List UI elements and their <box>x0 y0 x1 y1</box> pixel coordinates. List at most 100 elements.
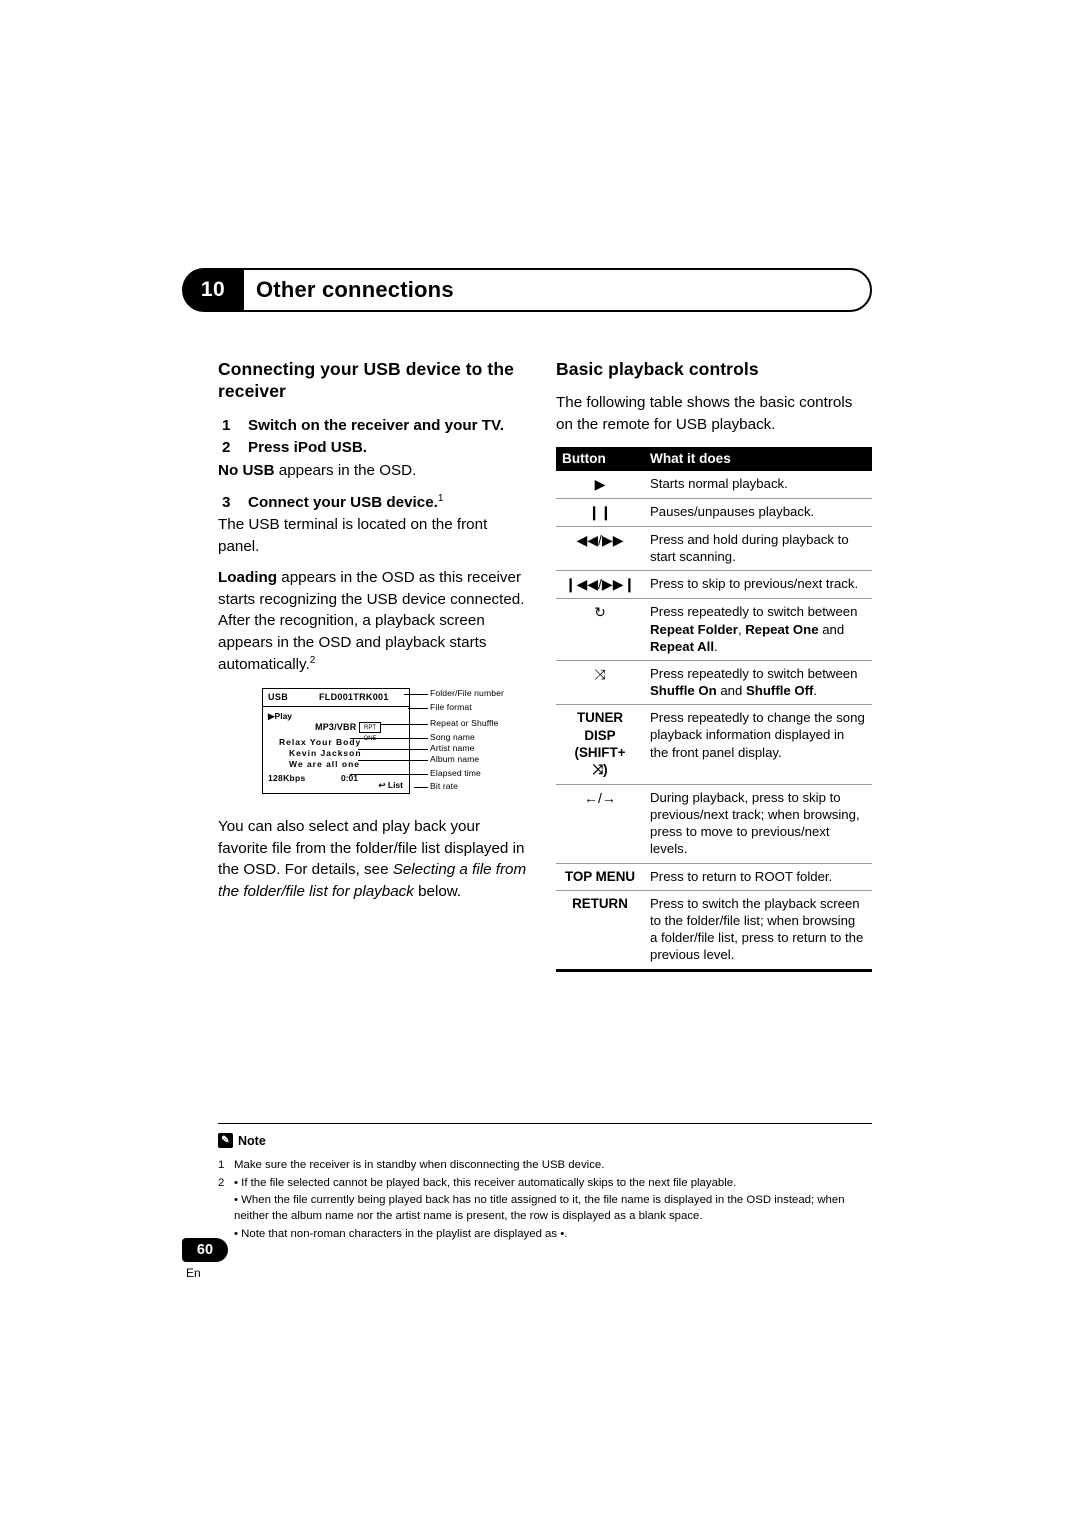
osd-list-label: List <box>387 780 403 791</box>
osd-artist-name: Kevin Jackson <box>289 748 362 759</box>
callout-album-name: Album name <box>430 754 480 765</box>
step-1-title: Switch on the receiver and your TV. <box>248 416 505 434</box>
osd-folder-file: FLD001TRK001 <box>319 692 389 703</box>
leader-line-1 <box>404 694 428 696</box>
desc-repeat-mid2: and <box>818 621 845 637</box>
language-code: En <box>186 1266 201 1280</box>
callout-elapsed-time: Elapsed time <box>430 768 481 779</box>
osd-play-text: Play <box>274 711 293 722</box>
desc-tuner-disp: Press repeatedly to change the song play… <box>644 704 872 785</box>
desc-play: Starts normal playback. <box>644 470 872 499</box>
desc-skip-track: Press to skip to previous/next track. <box>644 570 872 600</box>
button-return: RETURN <box>556 890 644 972</box>
note-item-text: Make sure the receiver is in standby whe… <box>234 1159 605 1171</box>
repeat-icon: ↻ <box>556 598 644 661</box>
osd-figure: USB FLD001TRK001 ▶Play MP3/VBR RPT ONE R… <box>218 686 530 802</box>
table-row: ❙◀◀/▶▶❙ Press to skip to previous/next t… <box>556 570 872 600</box>
button-top-menu: TOP MENU <box>556 863 644 891</box>
shuffle-icon: ⤨ <box>556 660 644 706</box>
leader-line-6 <box>358 760 428 762</box>
callout-artist-name: Artist name <box>430 743 475 754</box>
leader-line-2 <box>408 708 428 710</box>
desc-shuffle-mid1: and <box>716 683 747 699</box>
table-row: ↻ Press repeatedly to switch between Rep… <box>556 598 872 661</box>
desc-scan: Press and hold during playback to start … <box>644 526 872 572</box>
chapter-title: Other connections <box>256 277 454 302</box>
osd-song-name: Relax Your Body <box>279 737 362 748</box>
step-3: 3 Connect your USB device.1 <box>218 492 530 514</box>
table-row: ◀◀/▶▶ Press and hold during playback to … <box>556 526 872 572</box>
desc-top-menu: Press to return to ROOT folder. <box>644 863 872 891</box>
step-2: 2 Press iPod USB. <box>218 437 530 459</box>
note-item: 1 Make sure the receiver is in standby w… <box>218 1158 878 1174</box>
usb-steps-list: 1 Switch on the receiver and your TV. 2 … <box>218 415 530 459</box>
desc-shuffle-post: . <box>813 683 818 699</box>
desc-repeat-pre: Press repeatedly to switch between <box>650 604 858 620</box>
loading-paragraph: Loading appears in the OSD as this recei… <box>218 567 530 675</box>
note-item-number: 2 <box>218 1176 225 1189</box>
table-row: ▶ Starts normal playback. <box>556 470 872 499</box>
desc-repeat: Press repeatedly to switch between Repea… <box>644 598 872 661</box>
button-pause: ❙❙ <box>556 498 644 527</box>
table-header-button: Button <box>556 446 644 471</box>
chapter-header: 10 Other connections <box>182 268 872 312</box>
note-divider <box>218 1123 872 1124</box>
leader-line-8 <box>414 787 428 789</box>
loading-footnote-ref: 2 <box>309 654 316 666</box>
step-2-note-bold: No USB <box>218 461 275 479</box>
desc-pause: Pauses/unpauses playback. <box>644 498 872 527</box>
leader-line-3 <box>380 724 428 726</box>
note-item: • Note that non-roman characters in the … <box>218 1227 878 1243</box>
table-row: ⤨ Press repeatedly to switch between Shu… <box>556 660 872 706</box>
table-row: ←/→ During playback, press to skip to pr… <box>556 784 872 864</box>
step-1: 1 Switch on the receiver and your TV. <box>218 415 530 437</box>
table-header-row: Button What it does <box>556 446 872 471</box>
desc-repeat-post: . <box>714 638 718 654</box>
loading-paragraph-bold: Loading <box>218 569 278 587</box>
step-3-number: 3 <box>222 493 231 511</box>
callout-song-name: Song name <box>430 732 475 743</box>
table-row: TOP MENU Press to return to ROOT folder. <box>556 863 872 891</box>
desc-repeat-all: Repeat All <box>650 638 714 654</box>
left-column: Connecting your USB device to the receiv… <box>218 358 530 914</box>
folder-list-paragraph: You can also select and play back your f… <box>218 816 530 902</box>
desc-shuffle-pre: Press repeatedly to switch between <box>650 665 858 681</box>
note-item: • When the file currently being played b… <box>218 1193 878 1224</box>
button-tuner-disp: TUNER DISP (SHIFT+ ⤨) <box>556 704 644 785</box>
section-title-playback: Basic playback controls <box>556 359 759 379</box>
section-title-usb: Connecting your USB device to the receiv… <box>218 359 514 402</box>
button-skip-track: ❙◀◀/▶▶❙ <box>556 570 644 600</box>
note-header: ✎ Note <box>218 1133 266 1148</box>
desc-repeat-one: Repeat One <box>745 621 819 637</box>
note-item-text: • When the file currently being played b… <box>234 1194 845 1223</box>
table-header-description: What it does <box>644 446 872 471</box>
table-row: ❙❙ Pauses/unpauses playback. <box>556 498 872 527</box>
leader-line-5 <box>358 749 428 751</box>
osd-usb-label: USB <box>268 692 289 703</box>
note-list: 1 Make sure the receiver is in standby w… <box>218 1158 878 1245</box>
step-3-footnote-ref: 1 <box>437 492 444 504</box>
table-row: TUNER DISP (SHIFT+ ⤨) Press repeatedly t… <box>556 704 872 785</box>
osd-album-name: We are all one <box>289 759 361 770</box>
right-column: Basic playback controls The following ta… <box>556 358 872 972</box>
osd-screen: USB FLD001TRK001 ▶Play MP3/VBR RPT ONE R… <box>262 688 410 795</box>
osd-file-format: MP3/VBR <box>315 722 357 733</box>
osd-list-button: ↩ List <box>378 780 403 791</box>
callout-file-format: File format <box>430 702 472 713</box>
note-item: 2 • If the file selected cannot be playe… <box>218 1176 878 1192</box>
step-2-title: Press iPod USB. <box>248 439 368 457</box>
desc-shuffle-on: Shuffle On <box>650 683 717 699</box>
osd-repeat-indicator: RPT ONE <box>359 722 381 742</box>
table-row: RETURN Press to switch the playback scre… <box>556 890 872 972</box>
leader-line-7 <box>350 774 428 776</box>
desc-return: Press to switch the playback screen to t… <box>644 890 872 972</box>
playback-intro: The following table shows the basic cont… <box>556 394 853 433</box>
step-1-number: 1 <box>222 416 231 434</box>
callout-folder-file-number: Folder/File number <box>430 688 504 699</box>
step-2-note: No USB appears in the OSD. <box>218 460 530 482</box>
chapter-number: 10 <box>182 268 244 312</box>
step-2-note-rest: appears in the OSD. <box>274 461 417 479</box>
callout-bit-rate: Bit rate <box>430 781 459 792</box>
note-icon: ✎ <box>218 1133 233 1148</box>
button-scan: ◀◀/▶▶ <box>556 526 644 572</box>
